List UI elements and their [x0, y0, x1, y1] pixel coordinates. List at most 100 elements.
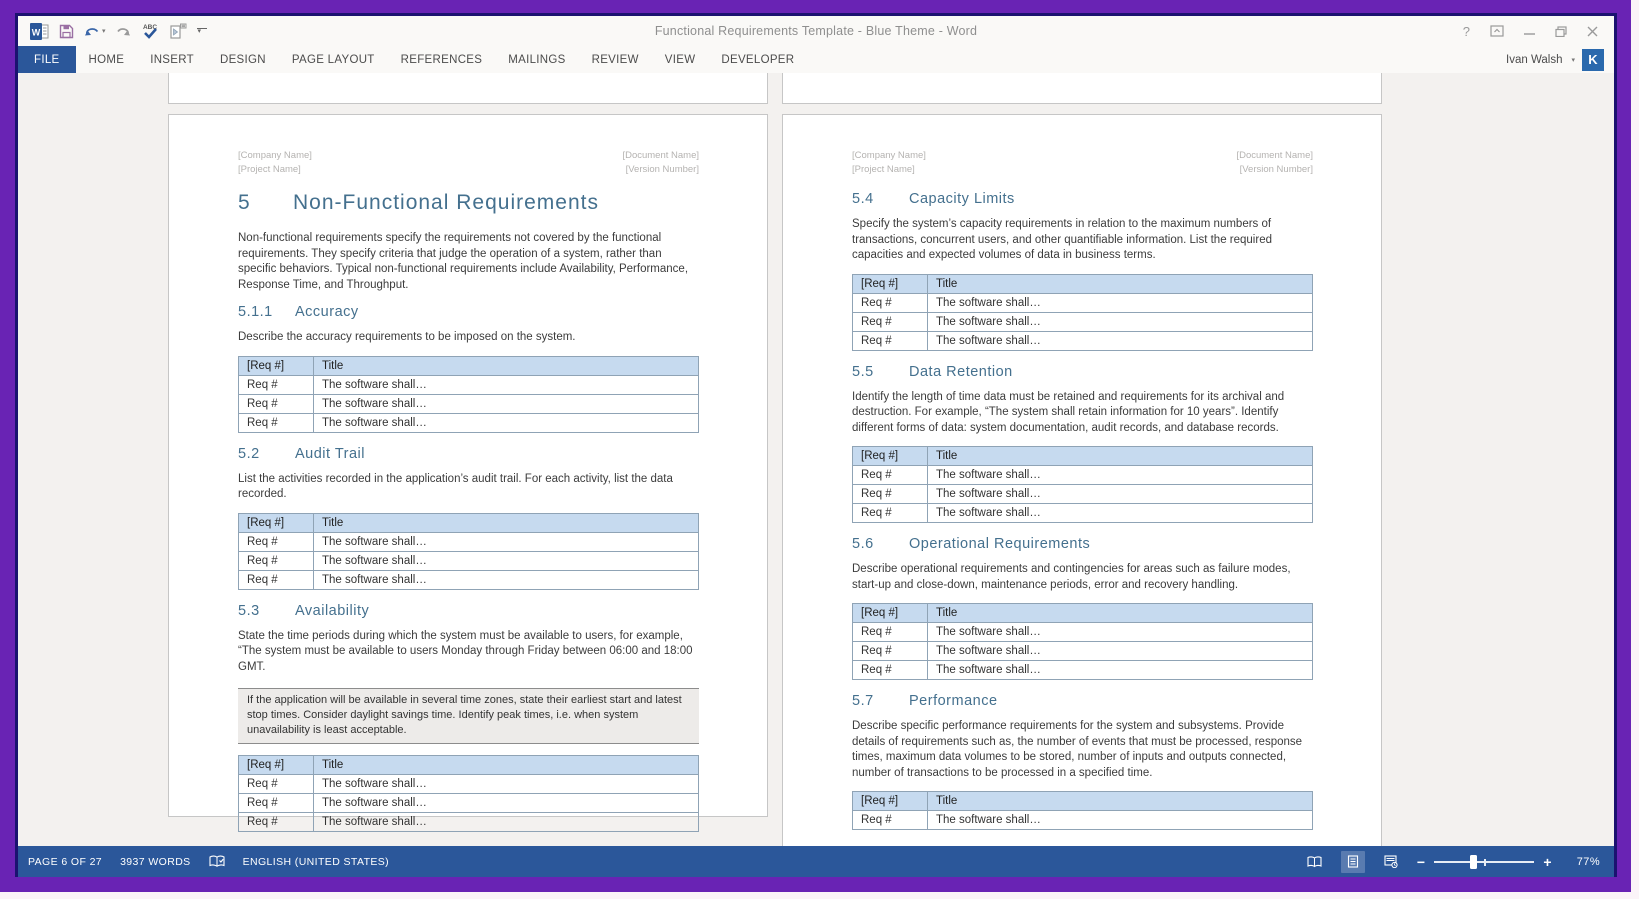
account-name[interactable]: Ivan Walsh: [1506, 54, 1562, 66]
tab-page-layout[interactable]: PAGE LAYOUT: [279, 46, 388, 73]
table-cell-title: The software shall…: [314, 775, 699, 794]
quick-access-toolbar: W ▾ ABC: [18, 21, 207, 41]
table-row: Req #The software shall…: [853, 331, 1313, 350]
section-heading: 5.2Audit Trail: [238, 445, 699, 463]
table-header-row: [Req #]Title: [239, 756, 699, 775]
zoom-level[interactable]: 77%: [1566, 856, 1600, 868]
table-row: Req #The software shall…: [853, 504, 1313, 523]
table-cell-title: The software shall…: [928, 331, 1313, 350]
read-mode-button[interactable]: [1303, 851, 1327, 873]
table-row: Req #The software shall…: [239, 570, 699, 589]
minimize-icon[interactable]: [1524, 26, 1535, 36]
section-number: 5.6: [852, 535, 909, 553]
tab-home[interactable]: HOME: [76, 46, 138, 73]
word-count[interactable]: 3937 WORDS: [120, 856, 191, 868]
table-row: Req #The software shall…: [853, 312, 1313, 331]
table-cell-title: The software shall…: [314, 375, 699, 394]
tab-file[interactable]: FILE: [18, 46, 76, 73]
section-body: Describe the accuracy requirements to be…: [238, 330, 699, 346]
undo-dropdown-caret[interactable]: ▾: [102, 27, 106, 35]
zoom-slider-handle[interactable]: [1470, 855, 1477, 869]
status-left: PAGE 6 OF 27 3937 WORDS ENGLISH (UNITED …: [28, 855, 389, 868]
table-cell-title: The software shall…: [314, 813, 699, 832]
table-cell-req: Req #: [853, 466, 928, 485]
table-cell-title: The software shall…: [314, 794, 699, 813]
zoom-out-button[interactable]: −: [1417, 855, 1426, 869]
table-header-cell-title: Title: [928, 604, 1313, 623]
page-indicator[interactable]: PAGE 6 OF 27: [28, 856, 102, 868]
header-version: [Version Number]: [1236, 163, 1313, 177]
document-page-left[interactable]: [Company Name] [Project Name] [Document …: [168, 114, 768, 817]
table-row: Req #The software shall…: [853, 661, 1313, 680]
tab-design[interactable]: DESIGN: [207, 46, 279, 73]
tab-review[interactable]: REVIEW: [579, 46, 652, 73]
table-cell-req: Req #: [239, 813, 314, 832]
table-row: Req #The software shall…: [853, 811, 1313, 830]
section-heading: 5.5Data Retention: [852, 363, 1313, 381]
help-icon[interactable]: ?: [1463, 24, 1470, 39]
header-doc-name: [Document Name]: [1236, 149, 1313, 163]
requirements-table: [Req #]TitleReq #The software shall…Req …: [852, 603, 1313, 680]
table-row: Req #The software shall…: [239, 375, 699, 394]
ribbon-tabs: FILEHOMEINSERTDESIGNPAGE LAYOUTREFERENCE…: [18, 46, 807, 73]
spelling-check-icon[interactable]: ABC: [141, 21, 159, 41]
tab-references[interactable]: REFERENCES: [388, 46, 496, 73]
page-header: [Company Name] [Project Name] [Document …: [238, 149, 699, 177]
table-header-row: [Req #]Title: [853, 447, 1313, 466]
account-dropdown-caret[interactable]: ▾: [1571, 56, 1575, 64]
table-cell-title: The software shall…: [928, 293, 1313, 312]
section-heading: 5.7Performance: [852, 692, 1313, 710]
save-icon[interactable]: [59, 21, 74, 41]
table-cell-req: Req #: [239, 532, 314, 551]
section-number: 5.2: [238, 445, 295, 463]
proofing-status-icon[interactable]: [209, 855, 225, 868]
close-icon[interactable]: [1587, 26, 1598, 37]
tab-view[interactable]: VIEW: [652, 46, 709, 73]
table-row: Req #The software shall…: [239, 551, 699, 570]
table-row: Req #The software shall…: [239, 813, 699, 832]
table-cell-req: Req #: [853, 623, 928, 642]
sections-left: 5.1.1AccuracyDescribe the accuracy requi…: [238, 303, 699, 832]
table-cell-req: Req #: [239, 551, 314, 570]
update-field-icon[interactable]: [169, 21, 187, 41]
web-layout-button[interactable]: [1379, 851, 1403, 873]
table-cell-req: Req #: [239, 775, 314, 794]
print-layout-button[interactable]: [1341, 851, 1365, 873]
avatar[interactable]: K: [1582, 49, 1604, 71]
zoom-in-button[interactable]: +: [1543, 855, 1552, 869]
redo-icon[interactable]: [116, 21, 131, 41]
undo-icon[interactable]: ▾: [84, 21, 106, 41]
table-header-cell-title: Title: [928, 792, 1313, 811]
table-header-row: [Req #]Title: [853, 792, 1313, 811]
ribbon-display-options-icon[interactable]: [1490, 25, 1504, 37]
zoom-controls: − +: [1417, 855, 1552, 869]
document-canvas[interactable]: [Company Name] [Project Name] [Document …: [18, 73, 1614, 846]
table-cell-title: The software shall…: [928, 312, 1313, 331]
word-logo-icon[interactable]: W: [30, 21, 49, 41]
tab-mailings[interactable]: MAILINGS: [495, 46, 578, 73]
tab-insert[interactable]: INSERT: [137, 46, 207, 73]
customize-qat-icon[interactable]: [197, 21, 207, 41]
restore-icon[interactable]: [1555, 26, 1567, 37]
chapter-intro: Non-functional requirements specify the …: [238, 231, 699, 293]
guidance-note: If the application will be available in …: [238, 688, 699, 744]
zoom-slider-center-tick: [1484, 859, 1486, 866]
tab-developer[interactable]: DEVELOPER: [708, 46, 807, 73]
table-row: Req #The software shall…: [239, 532, 699, 551]
table-header-cell-req: [Req #]: [853, 792, 928, 811]
table-row: Req #The software shall…: [239, 413, 699, 432]
table-cell-req: Req #: [853, 642, 928, 661]
table-header-cell-title: Title: [314, 756, 699, 775]
table-cell-title: The software shall…: [928, 661, 1313, 680]
table-row: Req #The software shall…: [853, 623, 1313, 642]
previous-page-edge-left: [168, 73, 768, 104]
table-header-cell-req: [Req #]: [853, 274, 928, 293]
section-title: Data Retention: [909, 363, 1013, 381]
account-area[interactable]: Ivan Walsh ▾ K: [1506, 46, 1614, 73]
zoom-slider[interactable]: [1434, 855, 1534, 869]
language-indicator[interactable]: ENGLISH (UNITED STATES): [243, 856, 390, 868]
document-page-right[interactable]: [Company Name] [Project Name] [Document …: [782, 114, 1382, 846]
table-header-cell-title: Title: [928, 447, 1313, 466]
section-number: 5.3: [238, 602, 295, 620]
ribbon-tab-bar: FILEHOMEINSERTDESIGNPAGE LAYOUTREFERENCE…: [18, 46, 1614, 73]
